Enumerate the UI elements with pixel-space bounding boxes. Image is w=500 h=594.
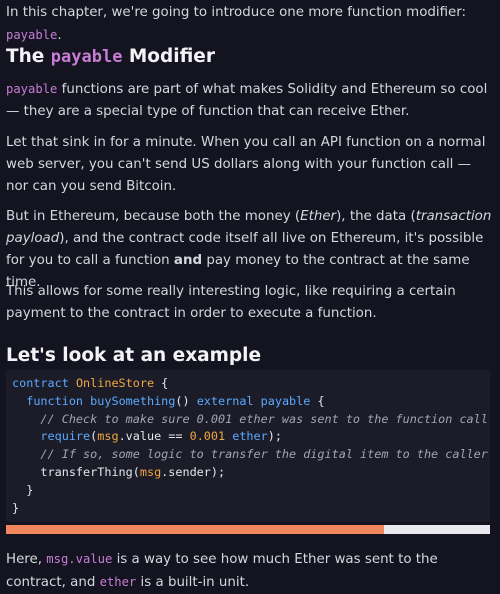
heading-example: Let's look at an example: [6, 345, 262, 366]
code-l2-end: {: [310, 393, 325, 408]
code-l1-keyword: contract: [12, 376, 69, 390]
para5-a: Here,: [6, 552, 47, 567]
code-line-1: contract OnlineStore {: [6, 375, 490, 393]
para3-b: ), the data (: [336, 209, 416, 224]
code-l3-comment: // Check to make sure 0.001 ether was se…: [40, 411, 490, 426]
code-block: contract OnlineStore { function buySomet…: [6, 370, 490, 522]
code-line-7: }: [6, 482, 490, 500]
code-line-4: require(msg.value == 0.001 ether);: [6, 428, 490, 446]
para5-code-msg-value: msg.value: [46, 552, 113, 566]
intro-code: payable: [6, 28, 58, 42]
intro-paragraph: In this chapter, we're going to introduc…: [6, 2, 494, 47]
heading1-post: Modifier: [122, 46, 215, 67]
code-l2-keyword: function: [26, 393, 84, 408]
code-l2-fn: buySomething: [90, 393, 176, 408]
code-l6-end: .sender);: [161, 464, 226, 479]
para3-ether: Ether: [300, 209, 337, 224]
code-l2-payable: payable: [260, 393, 311, 408]
code-line-6: transferThing(msg.sender);: [6, 464, 490, 482]
heading-payable-modifier: The payable Modifier: [6, 44, 215, 70]
code-scrollbar[interactable]: [6, 525, 490, 534]
para1-text: functions are part of what makes Solidit…: [6, 82, 488, 119]
code-l2-paren: (): [175, 393, 197, 408]
code-line-8: }: [6, 500, 490, 518]
code-l1-end: {: [154, 376, 169, 390]
para5-code-ether: ether: [99, 575, 137, 589]
code-l6-fn: transferThing(: [40, 464, 140, 479]
code-line-5: // If so, some logic to transfer the dig…: [6, 446, 490, 464]
intro-end: .: [57, 28, 62, 43]
code-l1-name: OnlineStore: [75, 376, 155, 390]
para3-a: But in Ethereum, because both the money …: [6, 209, 301, 224]
code-line-2: function buySomething() external payable…: [6, 393, 490, 411]
code-l5-comment: // If so, some logic to transfer the dig…: [40, 447, 488, 462]
code-l4-dot: .value ==: [118, 429, 190, 444]
code-l8-brace: }: [12, 500, 20, 515]
para5-c: is a built-in unit.: [136, 575, 250, 590]
code-l4-fn: require: [40, 429, 91, 444]
heading1-pre: The: [6, 46, 51, 67]
code-l4-end: );: [267, 429, 282, 444]
code-l4-num: 0.001: [189, 429, 226, 444]
code-l6-msg: msg: [139, 464, 162, 479]
heading1-code: payable: [50, 47, 123, 67]
paragraph-logic: This allows for some really interesting …: [6, 284, 456, 321]
paragraph-sink-in: Let that sink in for a minute. When you …: [6, 135, 486, 194]
para3-and: and: [173, 253, 203, 268]
scrollbar-thumb[interactable]: [6, 525, 384, 534]
code-l2-external: external: [196, 393, 254, 408]
paragraph-payable-intro: payable functions are part of what makes…: [6, 78, 494, 123]
code-line-3: // Check to make sure 0.001 ether was se…: [6, 411, 490, 429]
code-l4-msg: msg: [97, 429, 119, 444]
paragraph-msg-value: Here, msg.value is a way to see how much…: [6, 548, 494, 594]
code-l4-ether: ether: [232, 429, 268, 444]
para1-code: payable: [6, 82, 58, 96]
intro-text: In this chapter, we're going to introduc…: [6, 5, 467, 20]
code-l7-brace: }: [26, 482, 34, 497]
